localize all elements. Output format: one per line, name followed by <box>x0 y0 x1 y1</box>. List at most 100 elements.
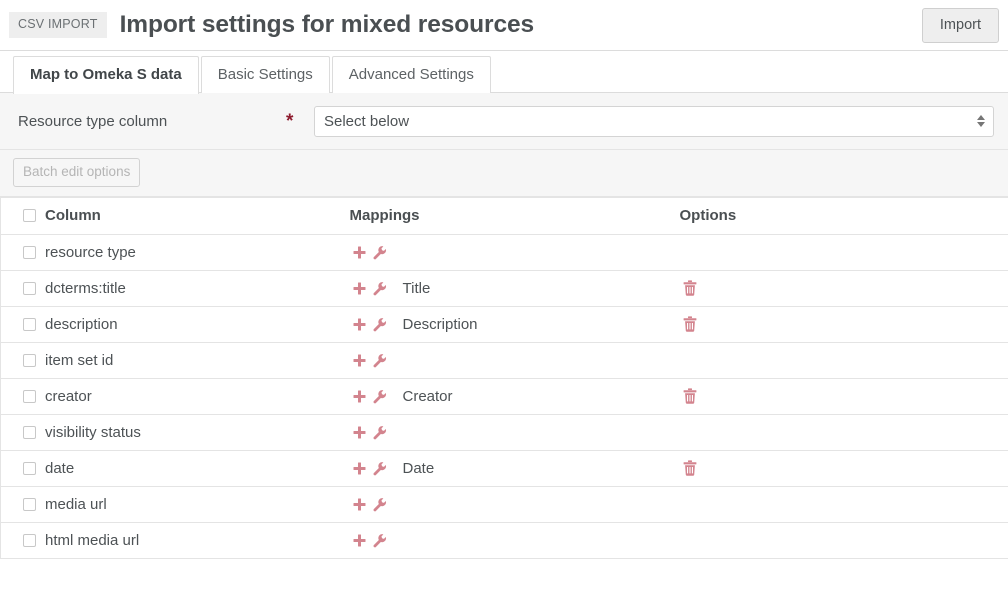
batch-actions-bar: Batch edit options <box>0 150 1008 197</box>
mapping-label: Title <box>402 279 431 297</box>
row-select-checkbox[interactable] <box>23 461 36 475</box>
add-mapping-icon[interactable] <box>350 386 370 406</box>
wrench-icon[interactable] <box>370 458 390 478</box>
wrench-icon[interactable] <box>370 530 390 550</box>
header-cell-column: Column <box>0 196 350 235</box>
cell-column: description <box>0 306 350 343</box>
row-select-checkbox[interactable] <box>23 389 36 403</box>
resource-type-select-value: Select below <box>324 112 410 130</box>
header-cell-options: Options <box>679 196 1008 235</box>
table-row: item set id <box>0 342 1008 379</box>
row-select-checkbox[interactable] <box>23 245 36 259</box>
table-header-row: Column Mappings Options <box>0 196 1008 235</box>
cell-mappings: Title <box>349 270 680 307</box>
select-all-checkbox[interactable] <box>23 209 36 222</box>
cell-column: item set id <box>0 342 350 379</box>
wrench-icon[interactable] <box>370 350 390 370</box>
wrench-icon[interactable] <box>370 278 390 298</box>
column-name-label: dcterms:title <box>45 279 126 297</box>
cell-options <box>679 486 1008 523</box>
column-mapping-table: Column Mappings Options resource type dct… <box>0 196 1008 559</box>
csv-import-badge: CSV IMPORT <box>9 12 107 38</box>
table-row: description Description <box>0 306 1008 343</box>
resource-type-column-label: Resource type column <box>18 112 168 130</box>
table-row: media url <box>0 486 1008 523</box>
tab-advanced-settings[interactable]: Advanced Settings <box>331 55 491 93</box>
cell-options <box>679 306 1008 343</box>
cell-mappings <box>349 234 680 271</box>
mapping-label: Date <box>402 459 435 477</box>
table-body: resource type dcterms:title Title descripti… <box>0 234 1008 559</box>
cell-column: creator <box>0 378 350 415</box>
tab-bar: Map to Omeka S data Basic Settings Advance… <box>0 51 1008 94</box>
cell-options <box>679 234 1008 271</box>
tab-map-to-omeka-s-data[interactable]: Map to Omeka S data <box>13 55 199 94</box>
row-select-checkbox[interactable] <box>23 353 36 367</box>
cell-mappings <box>349 342 680 379</box>
row-select-checkbox[interactable] <box>23 317 36 331</box>
header-actions: Import <box>921 8 999 44</box>
add-mapping-icon[interactable] <box>350 458 370 478</box>
row-select-checkbox[interactable] <box>23 281 36 295</box>
add-mapping-icon[interactable] <box>350 494 370 514</box>
cell-column: visibility status <box>0 414 350 451</box>
page-header: CSV IMPORT Import settings for mixed res… <box>0 0 1008 51</box>
resource-type-select-wrapper: Select below <box>314 105 994 137</box>
table-row: date Date <box>0 450 1008 487</box>
add-mapping-icon[interactable] <box>350 242 370 262</box>
add-mapping-icon[interactable] <box>350 422 370 442</box>
delete-mapping-icon[interactable] <box>680 278 700 298</box>
cell-column: dcterms:title <box>0 270 350 307</box>
cell-mappings <box>349 486 680 523</box>
cell-mappings: Creator <box>349 378 680 415</box>
wrench-icon[interactable] <box>370 242 390 262</box>
mapping-label: Creator <box>402 387 453 405</box>
column-name-label: date <box>45 459 75 477</box>
cell-mappings: Date <box>349 450 680 487</box>
header-label-mappings: Mappings <box>349 207 420 224</box>
page-title: Import settings for mixed resources <box>119 11 535 38</box>
header-label-options: Options <box>679 207 737 224</box>
wrench-icon[interactable] <box>370 422 390 442</box>
required-asterisk-icon: * <box>286 110 294 132</box>
row-select-checkbox[interactable] <box>23 533 36 547</box>
cell-column: media url <box>0 486 350 523</box>
add-mapping-icon[interactable] <box>350 314 370 334</box>
cell-options <box>679 342 1008 379</box>
resource-type-select[interactable]: Select below <box>314 105 994 137</box>
column-name-label: description <box>45 315 118 333</box>
resource-type-column-field: Resource type column * Select below <box>0 93 1008 150</box>
cell-options <box>679 378 1008 415</box>
column-name-label: media url <box>45 495 107 513</box>
delete-mapping-icon[interactable] <box>680 386 700 406</box>
column-name-label: creator <box>45 387 92 405</box>
delete-mapping-icon[interactable] <box>680 458 700 478</box>
header-label-column: Column <box>45 207 101 224</box>
table-row: visibility status <box>0 414 1008 451</box>
import-button[interactable]: Import <box>921 8 999 44</box>
cell-options <box>679 414 1008 451</box>
column-name-label: visibility status <box>45 423 141 441</box>
delete-mapping-icon[interactable] <box>680 314 700 334</box>
column-name-label: html media url <box>45 531 140 549</box>
table-row: html media url <box>0 522 1008 559</box>
wrench-icon[interactable] <box>370 494 390 514</box>
mapping-label: Description <box>402 315 478 333</box>
row-select-checkbox[interactable] <box>23 497 36 511</box>
column-name-label: item set id <box>45 351 114 369</box>
table-row: dcterms:title Title <box>0 270 1008 307</box>
add-mapping-icon[interactable] <box>350 278 370 298</box>
cell-options <box>679 450 1008 487</box>
header-cell-mappings: Mappings <box>349 196 680 235</box>
wrench-icon[interactable] <box>370 386 390 406</box>
wrench-icon[interactable] <box>370 314 390 334</box>
cell-mappings: Description <box>349 306 680 343</box>
add-mapping-icon[interactable] <box>350 350 370 370</box>
tab-basic-settings[interactable]: Basic Settings <box>200 55 330 93</box>
row-select-checkbox[interactable] <box>23 425 36 439</box>
batch-edit-options-button[interactable]: Batch edit options <box>13 158 141 187</box>
cell-column: html media url <box>0 522 350 559</box>
cell-mappings <box>349 414 680 451</box>
add-mapping-icon[interactable] <box>350 530 370 550</box>
cell-column: date <box>0 450 350 487</box>
